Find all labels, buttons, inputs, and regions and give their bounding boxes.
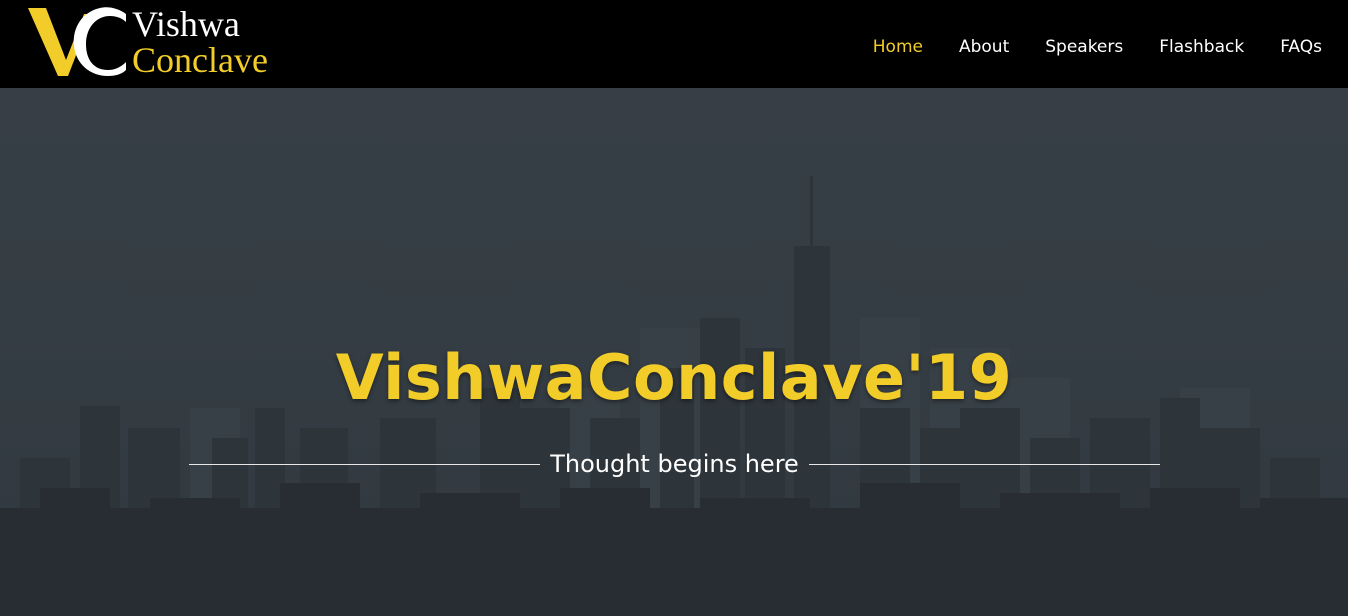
nav-link-about[interactable]: About [959, 37, 1009, 57]
main-nav: Home About Speakers Flashback FAQs [873, 36, 1322, 60]
hero-section: VishwaConclave'19 Thought begins here [0, 88, 1348, 616]
navbar: Vishwa Conclave Home About Speakers Flas… [0, 0, 1348, 88]
nav-link-flashback[interactable]: Flashback [1159, 37, 1244, 57]
nav-link-faqs[interactable]: FAQs [1280, 37, 1322, 57]
tagline-divider-left [189, 463, 541, 465]
logo-text-conclave: Conclave [132, 40, 268, 80]
hero-title: VishwaConclave'19 [335, 341, 1013, 414]
nav-item-flashback: Flashback [1159, 36, 1244, 60]
nav-item-speakers: Speakers [1045, 36, 1123, 60]
logo-text-vishwa: Vishwa [132, 4, 240, 44]
vc-monogram-logo [28, 7, 126, 76]
hero-tagline: Thought begins here [550, 450, 799, 478]
nav-link-home[interactable]: Home [873, 37, 923, 57]
nav-item-faqs: FAQs [1280, 36, 1322, 60]
site-logo[interactable]: Vishwa Conclave [26, 4, 306, 80]
nav-item-about: About [959, 36, 1009, 60]
tagline-divider-right [808, 463, 1161, 465]
nav-item-home: Home [873, 36, 923, 60]
nav-link-speakers[interactable]: Speakers [1045, 37, 1123, 57]
tagline-row: Thought begins here [189, 448, 1161, 480]
